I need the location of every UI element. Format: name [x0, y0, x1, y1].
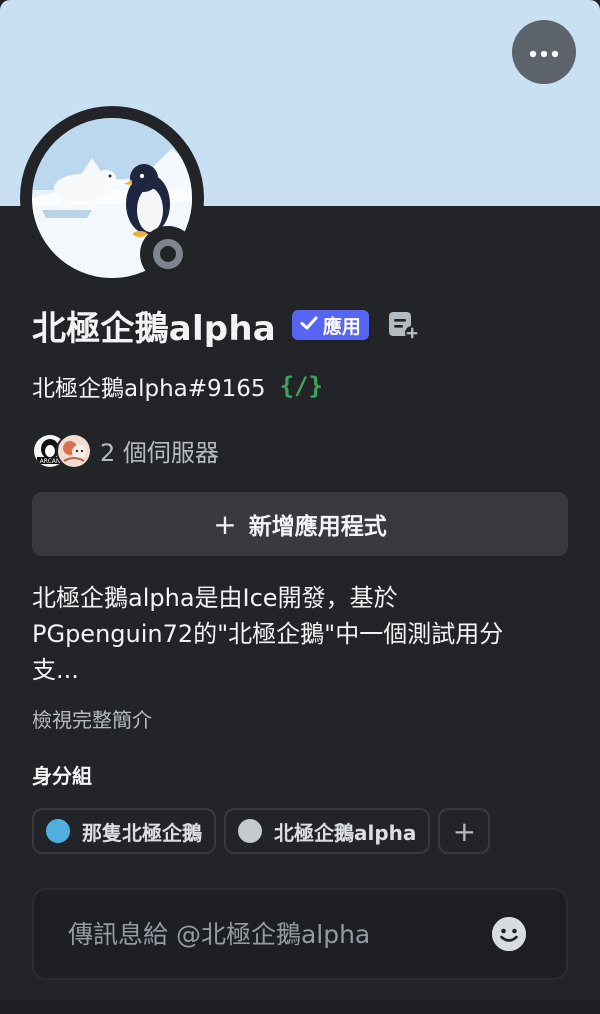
roles-list: 那隻北極企鵝 北極企鵝alpha + — [32, 808, 491, 854]
username[interactable]: 北極企鵝alpha#9165 — [32, 369, 266, 403]
role-name: 那隻北極企鵝 — [82, 820, 202, 845]
message-input[interactable] — [66, 918, 470, 950]
bio-line: 北極企鵝alpha是由Ice開發，基於 — [32, 584, 398, 612]
role-color-dot — [238, 819, 262, 843]
display-name-row: 北極企鵝alpha 應用 — [32, 300, 419, 350]
app-badge[interactable]: 應用 — [291, 310, 369, 340]
bottom-edge — [0, 1000, 600, 1014]
display-name[interactable]: 北極企鵝alpha — [32, 301, 276, 350]
add-note-icon[interactable] — [387, 310, 419, 340]
view-full-bio-link[interactable]: 檢視完整簡介 — [32, 704, 152, 733]
bio-text: 北極企鵝alpha是由Ice開發，基於 PGpenguin72的"北極企鵝"中一… — [32, 580, 568, 688]
add-app-label: 新增應用程式 — [248, 514, 387, 540]
add-role-button[interactable]: + — [438, 808, 491, 854]
ellipsis-icon — [529, 43, 559, 62]
smiley-icon[interactable] — [492, 917, 526, 951]
server-icon-second — [56, 433, 92, 469]
bio-line: 支... — [32, 656, 79, 684]
checkmark-icon — [300, 314, 318, 336]
bio-line: PGpenguin72的"北極企鵝"中一個測試用分 — [32, 620, 504, 648]
more-options-button[interactable] — [512, 20, 576, 84]
role-pill[interactable]: 北極企鵝alpha — [224, 808, 431, 854]
username-row: 北極企鵝alpha#9165 {/} — [32, 368, 323, 404]
message-composer — [32, 888, 568, 980]
user-profile-card: 北極企鵝alpha 應用 北極企鵝alpha#9165 {/} ARCAN 2 … — [0, 0, 600, 1014]
plus-icon: + — [213, 507, 237, 541]
role-color-dot — [46, 819, 70, 843]
app-badge-label: 應用 — [322, 315, 361, 338]
status-indicator — [140, 226, 196, 282]
mutual-servers-label: 2 個伺服器 — [100, 438, 219, 467]
plus-icon: + — [452, 814, 477, 848]
offline-status-icon — [153, 239, 183, 269]
server-icons: ARCAN — [32, 433, 92, 469]
slash-commands-icon[interactable]: {/} — [280, 372, 323, 400]
roles-heading: 身分組 — [32, 764, 92, 788]
role-pill[interactable]: 那隻北極企鵝 — [32, 808, 216, 854]
add-app-button[interactable]: + 新增應用程式 — [32, 492, 568, 556]
mutual-servers[interactable]: ARCAN 2 個伺服器 — [32, 432, 219, 469]
role-name: 北極企鵝alpha — [274, 820, 417, 845]
